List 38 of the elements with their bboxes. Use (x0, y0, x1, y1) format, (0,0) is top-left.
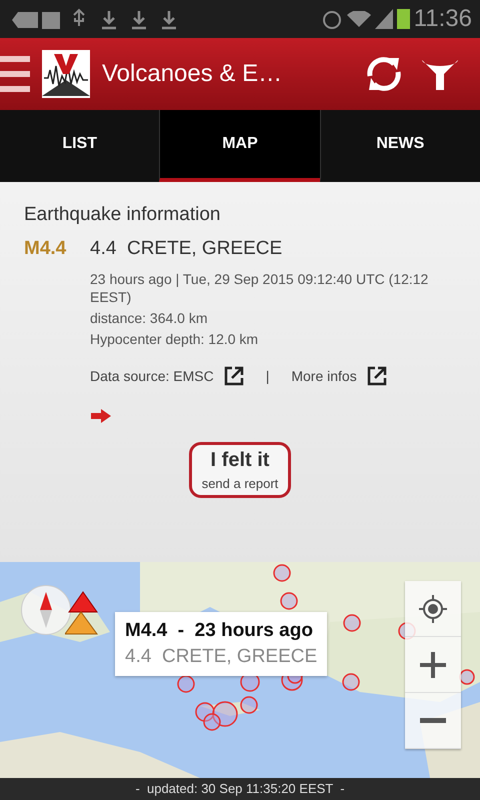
separator: | (266, 368, 270, 384)
report-button[interactable]: I felt it send a report (188, 442, 292, 498)
wifi-icon (346, 11, 371, 27)
earthquake-marker[interactable] (177, 675, 195, 693)
plus-icon (420, 652, 446, 678)
map-popup[interactable]: M4.4 - 23 hours ago 4.4 CRETE, GREECE (115, 612, 328, 676)
earthquake-marker[interactable] (212, 701, 238, 727)
detail-text: distance: 364.0 km (90, 309, 209, 327)
earthquake-marker[interactable] (280, 592, 298, 610)
external-link[interactable]: Data source: EMSC (90, 368, 214, 384)
external-link-icon[interactable] (366, 366, 387, 386)
earthquake-marker[interactable] (195, 702, 215, 722)
earthquake-marker[interactable] (342, 673, 360, 691)
signal-icon (374, 9, 393, 29)
update-status: - updated: 30 Sep 11:35:20 EEST - (0, 778, 480, 800)
tab[interactable]: MAP (159, 110, 320, 182)
earthquake-marker[interactable] (273, 564, 291, 582)
popup-title: M4.4 - 23 hours ago (125, 620, 314, 642)
battery-icon (396, 9, 410, 29)
minus-icon (420, 718, 446, 724)
detail-text: Hypocenter depth: 12.0 km (90, 330, 260, 348)
section-heading: Earthquake information (24, 204, 222, 226)
external-link-icon[interactable] (224, 366, 244, 386)
alarm-icon (320, 8, 343, 30)
app-logo (42, 50, 90, 98)
app-title: Volcanoes & E… (102, 60, 284, 88)
popup-subtitle: 4.4 CRETE, GREECE (125, 646, 318, 668)
location-title: 4.4 CRETE, GREECE (90, 238, 282, 260)
earthquake-marker[interactable] (203, 713, 221, 731)
clock-time: 11:36 (414, 5, 472, 33)
external-link[interactable]: More infos (291, 368, 357, 384)
earthquake-marker[interactable] (240, 696, 258, 714)
earthquake-marker[interactable] (343, 614, 361, 632)
crosshair-icon (419, 594, 447, 622)
earthquake-marker[interactable] (459, 669, 475, 685)
detail-text: 23 hours ago | Tue, 29 Sep 2015 09:12:40 UTC (12:12 EEST) (90, 270, 430, 306)
arrow-icon[interactable] (90, 408, 112, 424)
magnitude-label: M4.4 (24, 238, 68, 260)
